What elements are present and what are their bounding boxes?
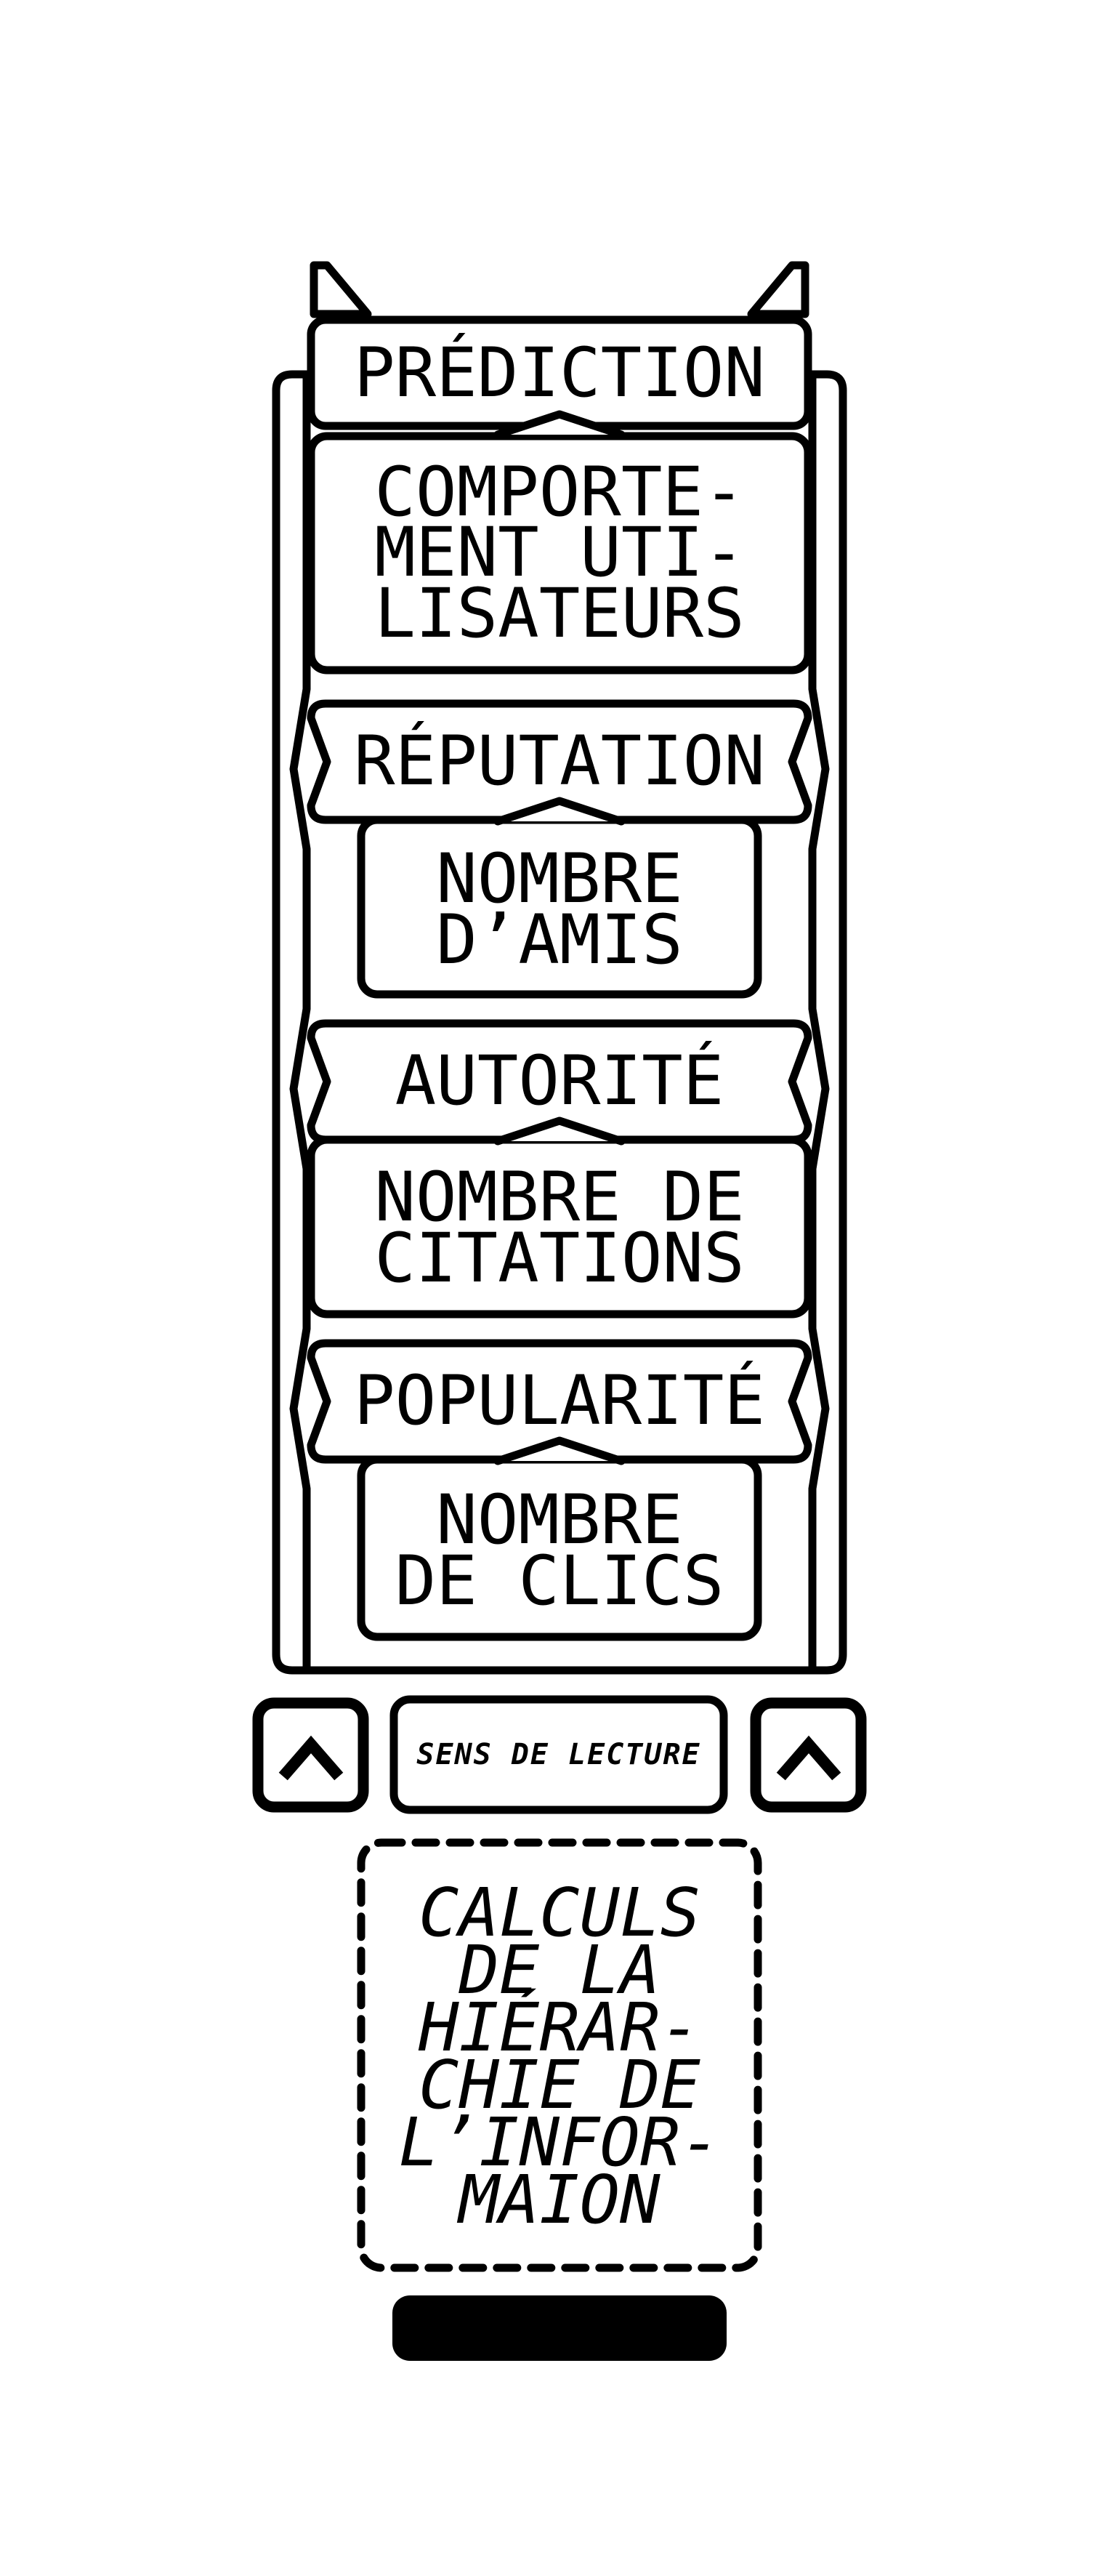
right-ear bbox=[747, 261, 809, 318]
reading-direction-label: SENS DE LECTURE bbox=[416, 1738, 701, 1771]
tag-label-autorite: AUTORITÉ bbox=[395, 1042, 724, 1121]
reading-direction-left-button bbox=[252, 1697, 369, 1813]
base-bar bbox=[392, 2295, 727, 2361]
box-text-nombre-citations: NOMBRE DE CITATIONS bbox=[374, 1158, 745, 1298]
box-text-nombre-clics: NOMBRE DE CLICS bbox=[395, 1481, 724, 1621]
reading-direction-right-button bbox=[750, 1697, 867, 1813]
box-text-nombre-amis: NOMBRE D’AMIS bbox=[436, 840, 683, 980]
tag-label-popularite: POPULARITÉ bbox=[354, 1361, 765, 1441]
tag-label-prediction: PRÉDICTION bbox=[354, 334, 765, 413]
left-ear bbox=[310, 261, 372, 318]
note-text: CALCULS DE LA HIÉRAR- CHIE DE L’INFOR- M… bbox=[398, 1873, 721, 2239]
tag-label-reputation: RÉPUTATION bbox=[354, 722, 765, 801]
box-text-comportement: COMPORTE- MENT UTI- LISATEURS bbox=[374, 452, 745, 653]
